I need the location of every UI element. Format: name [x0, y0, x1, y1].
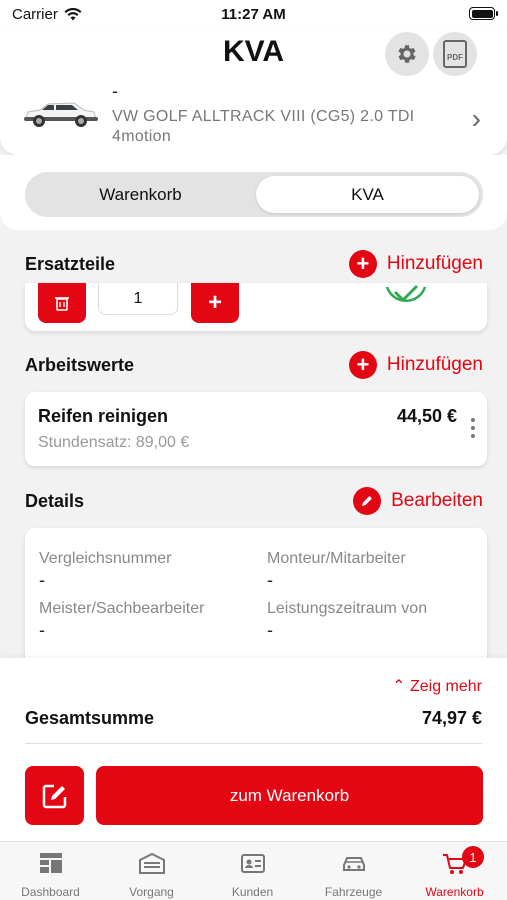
edit-icon [42, 784, 66, 808]
contact-card-icon [240, 854, 265, 873]
total-value: 74,97 € [421, 708, 482, 728]
cart-badge: 1 [462, 846, 484, 868]
spare-parts-label: Ersatzteile [25, 254, 116, 274]
clock: 11:27 AM [221, 6, 286, 23]
battery-icon [469, 7, 498, 20]
tab-label: Dashboard [21, 885, 80, 899]
pdf-icon: PDF [443, 40, 467, 68]
pencil-icon [353, 487, 382, 515]
car-thumbnail [24, 102, 98, 127]
more-options-icon[interactable] [471, 418, 475, 438]
to-cart-button[interactable]: zum Warenkorb [96, 766, 483, 825]
field-label: Monteur/Mitarbeiter [267, 550, 406, 567]
tab-label: Kunden [231, 885, 274, 899]
header: KVA PDF - VW GOLF ALLTRACK VIII (CG5) 2.… [0, 30, 507, 155]
vehicle-plate: - [112, 81, 118, 101]
tab-label: Fahrzeuge [324, 885, 383, 899]
edit-button[interactable] [25, 766, 84, 825]
tab-label: Vorgang [129, 885, 174, 899]
details-label: Details [25, 491, 85, 511]
labor-item-name: Reifen reinigen [38, 406, 169, 426]
tab-dashboard[interactable]: Dashboard [0, 842, 101, 900]
tab-kva[interactable]: KVA [256, 176, 479, 213]
plus-icon: + [348, 351, 377, 379]
tab-label: Warenkorb [425, 885, 484, 899]
details-card: Vergleichsnummer - Monteur/Mitarbeiter -… [25, 528, 487, 668]
show-more-button[interactable]: ⌃ Zeig mehr [392, 676, 482, 696]
labor-header: Arbeitswerte + Hinzufügen [25, 351, 483, 381]
tab-vorgang[interactable]: Vorgang [101, 842, 202, 900]
segmented-control: Warenkorb KVA [25, 172, 483, 217]
edit-details-button[interactable]: Bearbeiten [353, 487, 483, 515]
gear-icon [398, 45, 416, 63]
dashboard-icon [39, 853, 62, 873]
field-label: Vergleichsnummer [39, 550, 172, 567]
field-value: - [39, 570, 45, 590]
pdf-button[interactable]: PDF [433, 32, 477, 76]
delete-button[interactable] [38, 283, 86, 323]
vehicle-row[interactable]: - VW GOLF ALLTRACK VIII (CG5) 2.0 TDI 4m… [0, 81, 507, 150]
field-value: - [267, 570, 273, 590]
details-header: Details Bearbeiten [25, 487, 483, 517]
summary-sheet: ⌃ Zeig mehr Gesamtsumme 74,97 € zum Ware… [0, 658, 507, 841]
divider [25, 743, 482, 744]
labor-item-rate: Stundensatz: 89,00 € [38, 434, 190, 451]
chevron-up-icon: ⌃ [392, 678, 406, 695]
spare-parts-header: Ersatzteile + Hinzufügen [25, 250, 483, 280]
add-labor-label: Hinzufügen [386, 354, 483, 375]
show-more-label: Zeig mehr [409, 678, 482, 695]
tab-kunden[interactable]: Kunden [202, 842, 303, 900]
labor-label: Arbeitswerte [25, 355, 135, 375]
check-circle-icon [385, 285, 427, 302]
add-spare-part-label: Hinzufügen [386, 253, 483, 274]
add-spare-part-button[interactable]: + Hinzufügen [348, 250, 483, 278]
chevron-right-icon: › [471, 103, 481, 134]
car-icon [342, 857, 365, 871]
settings-button[interactable] [385, 32, 429, 76]
tab-fahrzeuge[interactable]: Fahrzeuge [303, 842, 404, 900]
segment-container: Warenkorb KVA [0, 155, 507, 230]
total-label: Gesamtsumme [25, 708, 155, 728]
spare-part-card: 1 + [25, 283, 487, 331]
tab-bar: Dashboard Vorgang Kunden Fahrzeuge 1 War… [0, 841, 507, 900]
plus-icon: + [348, 250, 377, 278]
tab-warenkorb[interactable]: 1 Warenkorb [404, 842, 505, 900]
add-labor-button[interactable]: + Hinzufügen [348, 351, 483, 379]
labor-item-price: 44,50 € [396, 406, 457, 426]
tab-warenkorb[interactable]: Warenkorb [29, 176, 252, 213]
increment-button[interactable]: + [191, 283, 239, 323]
field-value: - [267, 620, 273, 640]
garage-icon [138, 852, 165, 874]
field-value: - [39, 620, 45, 640]
vehicle-name: VW GOLF ALLTRACK VIII (CG5) 2.0 TDI 4mot… [112, 108, 415, 145]
field-label: Meister/Sachbearbeiter [39, 600, 205, 617]
status-bar: Carrier 11:27 AM [0, 0, 507, 30]
labor-item-card[interactable]: Reifen reinigen Stundensatz: 89,00 € 44,… [25, 392, 487, 466]
page-title: KVA [222, 35, 285, 68]
plus-icon: + [207, 289, 222, 316]
edit-details-label: Bearbeiten [391, 490, 483, 511]
quantity-field[interactable]: 1 [98, 283, 178, 315]
trash-icon [55, 297, 69, 311]
field-label: Leistungszeitraum von [267, 600, 428, 617]
